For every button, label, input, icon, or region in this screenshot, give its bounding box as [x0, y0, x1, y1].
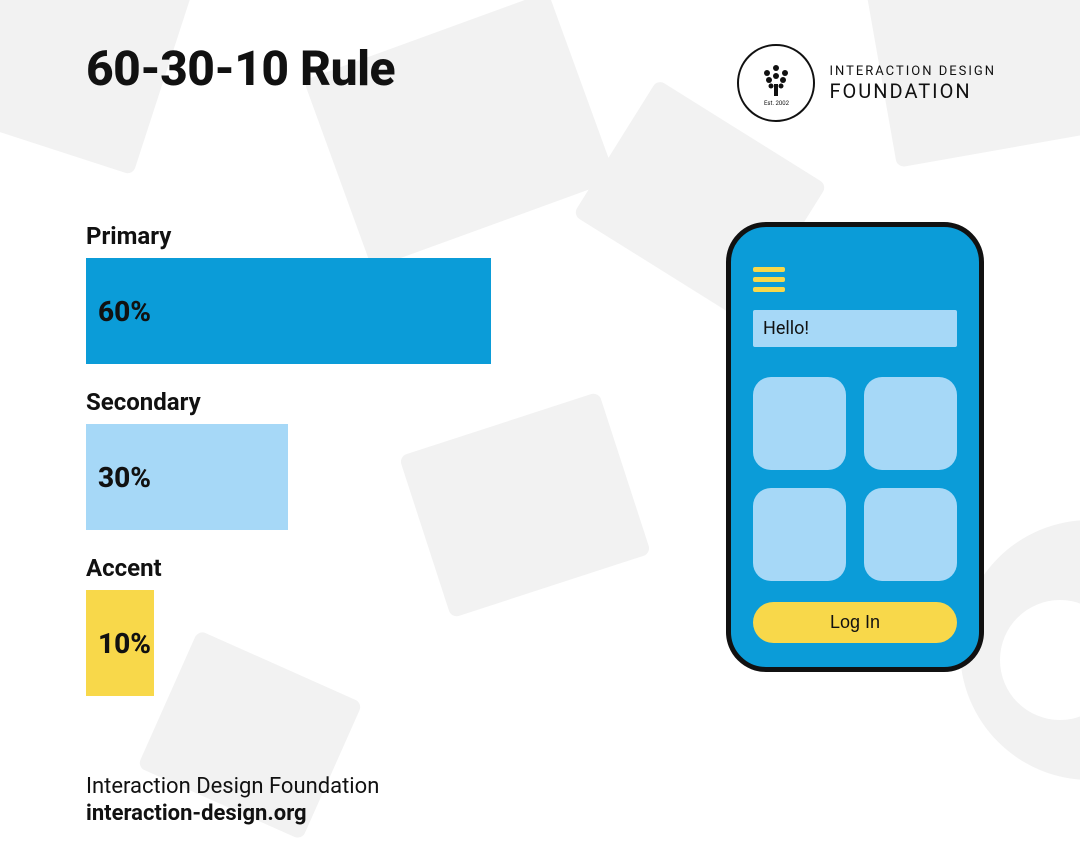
bar-secondary-label: Secondary	[86, 388, 586, 416]
login-button[interactable]: Log In	[753, 602, 957, 643]
brand-text-line2: FOUNDATION	[829, 79, 996, 103]
tile-item[interactable]	[864, 488, 957, 581]
footer-url: interaction-design.org	[86, 801, 379, 826]
bar-secondary-value: 30%	[98, 461, 151, 494]
tile-grid	[753, 377, 957, 581]
brand-logo: Est. 2002 INTERACTION DESIGN FOUNDATION	[737, 44, 996, 122]
brand-text-line1: INTERACTION DESIGN	[829, 64, 996, 79]
footer: Interaction Design Foundation interactio…	[86, 774, 379, 826]
bar-accent-group: Accent 10%	[86, 554, 586, 696]
brand-seal-icon: Est. 2002	[737, 44, 815, 122]
footer-org: Interaction Design Foundation	[86, 774, 379, 799]
bar-primary-group: Primary 60%	[86, 222, 586, 364]
page-title: 60-30-10 Rule	[86, 40, 395, 97]
phone-mockup: Hello! Log In	[726, 222, 984, 672]
bar-accent: 10%	[86, 590, 154, 696]
tile-item[interactable]	[753, 488, 846, 581]
bar-primary-value: 60%	[98, 295, 151, 328]
bar-secondary: 30%	[86, 424, 288, 530]
hamburger-icon[interactable]	[753, 267, 785, 292]
proportion-bars: Primary 60% Secondary 30% Accent 10%	[86, 222, 586, 720]
tile-item[interactable]	[864, 377, 957, 470]
bar-accent-label: Accent	[86, 554, 586, 582]
greeting-banner: Hello!	[753, 310, 957, 347]
brand-est: Est. 2002	[764, 100, 789, 107]
bar-secondary-group: Secondary 30%	[86, 388, 586, 530]
bar-primary: 60%	[86, 258, 491, 364]
tree-icon	[755, 60, 797, 102]
bar-accent-value: 10%	[98, 627, 151, 660]
tile-item[interactable]	[753, 377, 846, 470]
bar-primary-label: Primary	[86, 222, 586, 250]
